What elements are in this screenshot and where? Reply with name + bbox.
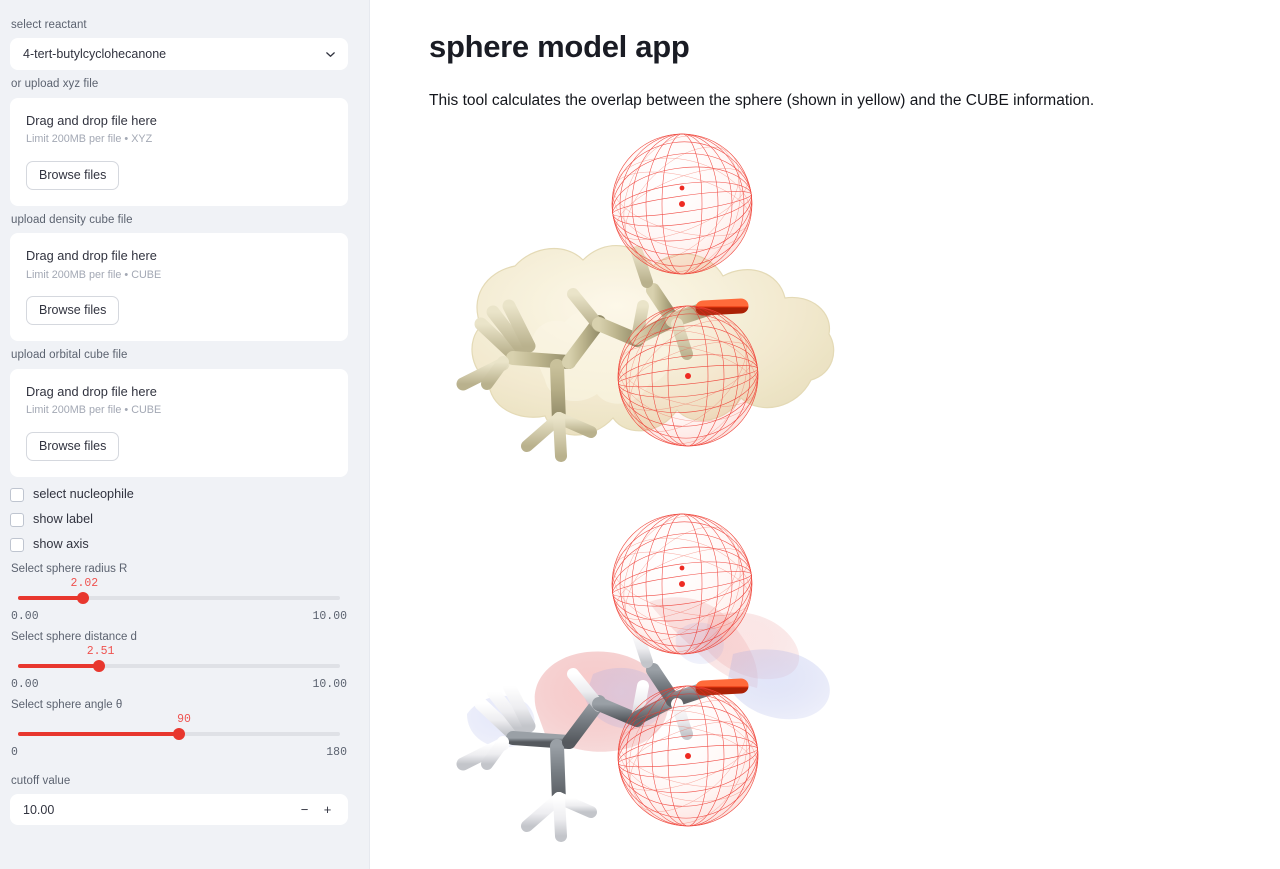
main-content: sphere model app This tool calculates th… <box>370 0 1280 869</box>
page-title: sphere model app <box>429 29 690 64</box>
upload-density-cube-label: upload density cube file <box>11 213 133 226</box>
slider-label: Select sphere distance d <box>11 630 137 643</box>
xyz-file-dropzone[interactable]: Drag and drop file here Limit 200MB per … <box>10 97 348 206</box>
app-root: select reactant 4-tert-butylcyclohecanon… <box>0 0 1280 869</box>
slider-sphere-distance: Select sphere distance d 2.51 0.00 10.00 <box>10 631 348 691</box>
slider-fill <box>18 663 99 668</box>
slider-track[interactable] <box>18 659 340 672</box>
reactant-select[interactable]: 4-tert-butylcyclohecanone <box>10 38 348 71</box>
slider-max: 180 <box>326 745 347 759</box>
cutoff-value-text[interactable]: 10.00 <box>23 803 54 817</box>
upload-xyz-label: or upload xyz file <box>11 78 99 91</box>
slider-range: 0.00 10.00 <box>10 678 348 691</box>
slider-thumb[interactable] <box>92 659 105 672</box>
dropzone-limit: Limit 200MB per file • XYZ <box>26 133 153 146</box>
slider-track-area[interactable]: 2.51 <box>10 645 348 678</box>
cutoff-value-input[interactable]: 10.00 − + <box>10 794 348 826</box>
slider-fill <box>18 731 179 736</box>
browse-files-button-xyz[interactable]: Browse files <box>26 160 120 190</box>
chevron-down-icon <box>324 48 337 61</box>
density-cube-dropzone[interactable]: Drag and drop file here Limit 200MB per … <box>10 233 348 342</box>
slider-label: Select sphere radius R <box>11 562 128 575</box>
dropzone-limit: Limit 200MB per file • CUBE <box>26 268 162 281</box>
browse-files-button-density[interactable]: Browse files <box>26 296 120 326</box>
slider-sphere-radius: Select sphere radius R 2.02 0.00 10.00 <box>10 563 348 623</box>
decrement-button[interactable]: − <box>298 803 311 816</box>
density-molecule-render <box>456 133 835 462</box>
slider-track[interactable] <box>18 591 340 604</box>
stepper-group: − + <box>298 803 342 816</box>
checkbox-show-label[interactable]: show label <box>10 512 348 527</box>
slider-track-area[interactable]: 90 <box>10 713 348 746</box>
upload-orbital-cube-label: upload orbital cube file <box>11 349 128 362</box>
slider-current-value: 2.51 <box>86 644 115 658</box>
cutoff-value-block: cutoff value 10.00 − + <box>10 773 348 826</box>
slider-max: 10.00 <box>312 609 347 623</box>
slider-min: 0 <box>11 745 18 759</box>
increment-button[interactable]: + <box>321 803 334 816</box>
slider-thumb[interactable] <box>173 727 185 740</box>
orbital-cube-dropzone[interactable]: Drag and drop file here Limit 200MB per … <box>10 368 348 477</box>
slider-track[interactable] <box>18 727 340 740</box>
dropzone-title: Drag and drop file here <box>26 383 157 399</box>
options-checkbox-group: select nucleophile show label show axis <box>10 487 348 552</box>
orbital-molecule-render <box>456 513 830 842</box>
density-viewer[interactable] <box>441 126 911 478</box>
slider-fill <box>18 595 84 600</box>
slider-range: 0 180 <box>10 746 348 759</box>
slider-min: 0.00 <box>11 677 39 691</box>
dropzone-limit: Limit 200MB per file • CUBE <box>26 404 162 417</box>
checkbox-label: show axis <box>33 537 89 552</box>
slider-current-value: 2.02 <box>70 576 99 590</box>
slider-range: 0.00 10.00 <box>10 610 348 623</box>
slider-track-area[interactable]: 2.02 <box>10 577 348 610</box>
select-reactant-label: select reactant <box>11 19 87 31</box>
checkbox-select-nucleophile[interactable]: select nucleophile <box>10 487 348 502</box>
cutoff-value-label: cutoff value <box>11 774 71 787</box>
orbital-viewer[interactable] <box>441 506 911 858</box>
browse-files-button-orbital[interactable]: Browse files <box>26 431 120 461</box>
reactant-select-value: 4-tert-butylcyclohecanone <box>23 47 167 62</box>
sidebar: select reactant 4-tert-butylcyclohecanon… <box>0 0 370 869</box>
slider-sphere-angle: Select sphere angle θ 90 0 180 <box>10 699 348 759</box>
slider-thumb[interactable] <box>77 591 90 604</box>
slider-current-value: 90 <box>177 712 191 726</box>
slider-label: Select sphere angle θ <box>11 698 123 711</box>
checkbox-label: select nucleophile <box>33 487 134 502</box>
slider-min: 0.00 <box>11 609 39 623</box>
checkbox-box-icon[interactable] <box>10 487 24 502</box>
checkbox-box-icon[interactable] <box>10 512 24 527</box>
checkbox-show-axis[interactable]: show axis <box>10 537 348 552</box>
checkbox-label: show label <box>33 512 93 527</box>
checkbox-box-icon[interactable] <box>10 537 24 552</box>
dropzone-title: Drag and drop file here <box>26 248 157 264</box>
dropzone-title: Drag and drop file here <box>26 112 157 128</box>
page-subtitle: This tool calculates the overlap between… <box>429 92 1095 110</box>
slider-max: 10.00 <box>312 677 347 691</box>
